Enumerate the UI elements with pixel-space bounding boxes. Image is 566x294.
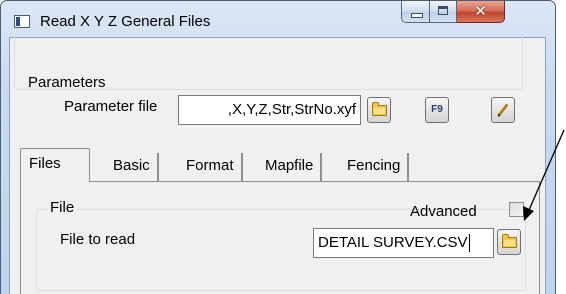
- f9-button[interactable]: F9: [425, 97, 449, 123]
- maximize-button[interactable]: [430, 1, 457, 23]
- window-controls: ✕: [401, 1, 505, 25]
- screenshot-stage: Read X Y Z General Files ✕ Parameters Pa…: [0, 0, 566, 294]
- text-caret: [468, 234, 470, 253]
- file-group-label: File: [48, 199, 77, 216]
- parameter-file-browse-button[interactable]: [367, 97, 391, 123]
- pencil-icon: [497, 104, 509, 117]
- tab-mapfile[interactable]: Mapfile: [258, 153, 323, 182]
- advanced-label: Advanced: [410, 203, 477, 220]
- minimize-icon: [411, 13, 423, 18]
- tab-basic[interactable]: Basic: [106, 153, 159, 182]
- edit-button[interactable]: [491, 97, 515, 123]
- maximize-icon: [438, 6, 448, 15]
- advanced-checkbox[interactable]: [509, 202, 524, 217]
- parameters-group-label: Parameters: [28, 74, 106, 91]
- tab-fencing[interactable]: Fencing: [340, 153, 410, 182]
- close-button[interactable]: ✕: [457, 1, 505, 23]
- minimize-button[interactable]: [401, 1, 430, 23]
- parameter-file-value: ,X,Y,Z,Str,StrNo.xyf: [227, 101, 356, 118]
- file-to-read-label: File to read: [60, 231, 136, 248]
- tab-files[interactable]: Files: [20, 148, 90, 182]
- file-to-read-browse-button[interactable]: [497, 229, 521, 255]
- file-to-read-value: DETAIL SURVEY.CSV: [318, 234, 468, 251]
- title-bar[interactable]: Read X Y Z General Files ✕: [1, 1, 555, 37]
- close-icon: ✕: [474, 3, 487, 20]
- tab-format[interactable]: Format: [179, 153, 243, 182]
- window-title: Read X Y Z General Files: [40, 13, 211, 30]
- folder-icon: [372, 102, 387, 116]
- f9-icon: F9: [431, 104, 443, 115]
- file-to-read-input[interactable]: DETAIL SURVEY.CSV: [313, 228, 494, 258]
- folder-icon: [502, 234, 517, 248]
- parameter-file-label: Parameter file: [64, 98, 158, 115]
- parameter-file-input[interactable]: ,X,Y,Z,Str,StrNo.xyf: [178, 95, 361, 125]
- app-icon[interactable]: [14, 15, 30, 28]
